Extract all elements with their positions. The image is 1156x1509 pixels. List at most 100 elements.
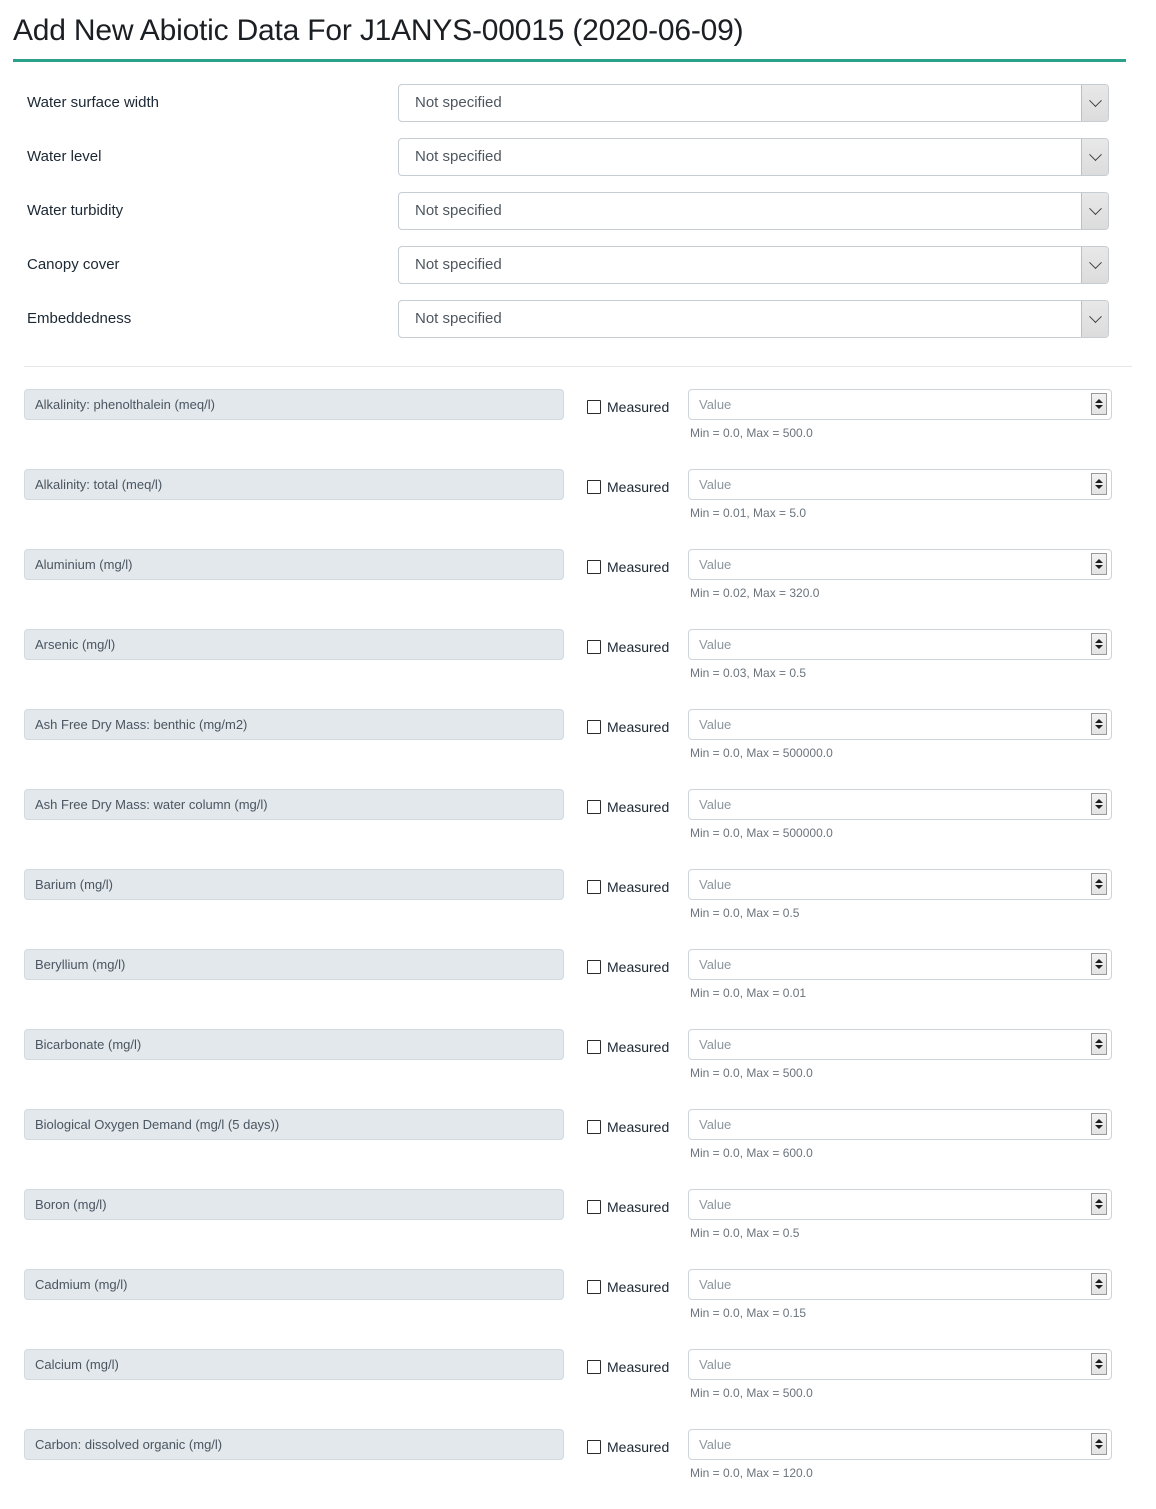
value-input-box[interactable] bbox=[688, 1349, 1112, 1380]
value-input-box[interactable] bbox=[688, 709, 1112, 740]
habitat-select-1[interactable]: Not specified bbox=[398, 138, 1109, 176]
value-input-13[interactable]: Value bbox=[688, 1429, 1112, 1460]
spinner-stepper-icon[interactable] bbox=[1091, 553, 1107, 575]
value-input-4[interactable]: Value bbox=[688, 709, 1112, 740]
value-input-10[interactable]: Value bbox=[688, 1189, 1112, 1220]
stepper-up-icon[interactable] bbox=[1095, 1119, 1103, 1123]
measured-checkbox-9[interactable]: Measured bbox=[587, 1119, 669, 1135]
spinner-stepper-icon[interactable] bbox=[1091, 1353, 1107, 1375]
measured-checkbox-5[interactable]: Measured bbox=[587, 799, 669, 815]
checkbox-unchecked-icon[interactable] bbox=[587, 480, 601, 494]
stepper-up-icon[interactable] bbox=[1095, 959, 1103, 963]
value-input-box[interactable] bbox=[688, 949, 1112, 980]
measured-checkbox-13[interactable]: Measured bbox=[587, 1439, 669, 1455]
value-input-9[interactable]: Value bbox=[688, 1109, 1112, 1140]
spinner-stepper-icon[interactable] bbox=[1091, 1113, 1107, 1135]
spinner-stepper-icon[interactable] bbox=[1091, 793, 1107, 815]
stepper-up-icon[interactable] bbox=[1095, 799, 1103, 803]
value-input-box[interactable] bbox=[688, 389, 1112, 420]
measured-checkbox-8[interactable]: Measured bbox=[587, 1039, 669, 1055]
value-input-box[interactable] bbox=[688, 789, 1112, 820]
value-input-6[interactable]: Value bbox=[688, 869, 1112, 900]
stepper-down-icon[interactable] bbox=[1095, 805, 1103, 809]
value-input-box[interactable] bbox=[688, 1109, 1112, 1140]
spinner-stepper-icon[interactable] bbox=[1091, 873, 1107, 895]
select-box[interactable] bbox=[398, 138, 1109, 176]
value-input-11[interactable]: Value bbox=[688, 1269, 1112, 1300]
checkbox-unchecked-icon[interactable] bbox=[587, 960, 601, 974]
select-box[interactable] bbox=[398, 192, 1109, 230]
stepper-down-icon[interactable] bbox=[1095, 725, 1103, 729]
measured-checkbox-4[interactable]: Measured bbox=[587, 719, 669, 735]
stepper-up-icon[interactable] bbox=[1095, 1359, 1103, 1363]
stepper-down-icon[interactable] bbox=[1095, 565, 1103, 569]
stepper-down-icon[interactable] bbox=[1095, 405, 1103, 409]
value-input-3[interactable]: Value bbox=[688, 629, 1112, 660]
stepper-up-icon[interactable] bbox=[1095, 639, 1103, 643]
habitat-select-0[interactable]: Not specified bbox=[398, 84, 1109, 122]
stepper-down-icon[interactable] bbox=[1095, 1365, 1103, 1369]
checkbox-unchecked-icon[interactable] bbox=[587, 1120, 601, 1134]
spinner-stepper-icon[interactable] bbox=[1091, 1033, 1107, 1055]
stepper-up-icon[interactable] bbox=[1095, 1199, 1103, 1203]
value-input-box[interactable] bbox=[688, 1269, 1112, 1300]
value-input-5[interactable]: Value bbox=[688, 789, 1112, 820]
value-input-box[interactable] bbox=[688, 549, 1112, 580]
stepper-down-icon[interactable] bbox=[1095, 1125, 1103, 1129]
stepper-up-icon[interactable] bbox=[1095, 479, 1103, 483]
checkbox-unchecked-icon[interactable] bbox=[587, 560, 601, 574]
value-input-box[interactable] bbox=[688, 629, 1112, 660]
checkbox-unchecked-icon[interactable] bbox=[587, 400, 601, 414]
value-input-box[interactable] bbox=[688, 1429, 1112, 1460]
chevron-down-icon[interactable] bbox=[1081, 139, 1108, 175]
stepper-down-icon[interactable] bbox=[1095, 645, 1103, 649]
stepper-up-icon[interactable] bbox=[1095, 1039, 1103, 1043]
spinner-stepper-icon[interactable] bbox=[1091, 1273, 1107, 1295]
checkbox-unchecked-icon[interactable] bbox=[587, 1360, 601, 1374]
chevron-down-icon[interactable] bbox=[1081, 85, 1108, 121]
select-box[interactable] bbox=[398, 300, 1109, 338]
stepper-up-icon[interactable] bbox=[1095, 399, 1103, 403]
checkbox-unchecked-icon[interactable] bbox=[587, 1200, 601, 1214]
checkbox-unchecked-icon[interactable] bbox=[587, 880, 601, 894]
stepper-up-icon[interactable] bbox=[1095, 879, 1103, 883]
chevron-down-icon[interactable] bbox=[1081, 247, 1108, 283]
value-input-7[interactable]: Value bbox=[688, 949, 1112, 980]
checkbox-unchecked-icon[interactable] bbox=[587, 640, 601, 654]
value-input-0[interactable]: Value bbox=[688, 389, 1112, 420]
measured-checkbox-2[interactable]: Measured bbox=[587, 559, 669, 575]
spinner-stepper-icon[interactable] bbox=[1091, 953, 1107, 975]
stepper-down-icon[interactable] bbox=[1095, 885, 1103, 889]
spinner-stepper-icon[interactable] bbox=[1091, 633, 1107, 655]
measured-checkbox-12[interactable]: Measured bbox=[587, 1359, 669, 1375]
spinner-stepper-icon[interactable] bbox=[1091, 1433, 1107, 1455]
select-box[interactable] bbox=[398, 84, 1109, 122]
stepper-up-icon[interactable] bbox=[1095, 1279, 1103, 1283]
stepper-down-icon[interactable] bbox=[1095, 1205, 1103, 1209]
habitat-select-4[interactable]: Not specified bbox=[398, 300, 1109, 338]
value-input-box[interactable] bbox=[688, 469, 1112, 500]
value-input-8[interactable]: Value bbox=[688, 1029, 1112, 1060]
stepper-up-icon[interactable] bbox=[1095, 1439, 1103, 1443]
stepper-up-icon[interactable] bbox=[1095, 719, 1103, 723]
value-input-12[interactable]: Value bbox=[688, 1349, 1112, 1380]
checkbox-unchecked-icon[interactable] bbox=[587, 720, 601, 734]
stepper-up-icon[interactable] bbox=[1095, 559, 1103, 563]
stepper-down-icon[interactable] bbox=[1095, 965, 1103, 969]
measured-checkbox-10[interactable]: Measured bbox=[587, 1199, 669, 1215]
chevron-down-icon[interactable] bbox=[1081, 193, 1108, 229]
measured-checkbox-3[interactable]: Measured bbox=[587, 639, 669, 655]
habitat-select-3[interactable]: Not specified bbox=[398, 246, 1109, 284]
habitat-select-2[interactable]: Not specified bbox=[398, 192, 1109, 230]
stepper-down-icon[interactable] bbox=[1095, 1045, 1103, 1049]
chevron-down-icon[interactable] bbox=[1081, 301, 1108, 337]
checkbox-unchecked-icon[interactable] bbox=[587, 800, 601, 814]
value-input-box[interactable] bbox=[688, 1189, 1112, 1220]
stepper-down-icon[interactable] bbox=[1095, 1285, 1103, 1289]
measured-checkbox-7[interactable]: Measured bbox=[587, 959, 669, 975]
measured-checkbox-6[interactable]: Measured bbox=[587, 879, 669, 895]
stepper-down-icon[interactable] bbox=[1095, 1445, 1103, 1449]
checkbox-unchecked-icon[interactable] bbox=[587, 1280, 601, 1294]
measured-checkbox-11[interactable]: Measured bbox=[587, 1279, 669, 1295]
measured-checkbox-0[interactable]: Measured bbox=[587, 399, 669, 415]
